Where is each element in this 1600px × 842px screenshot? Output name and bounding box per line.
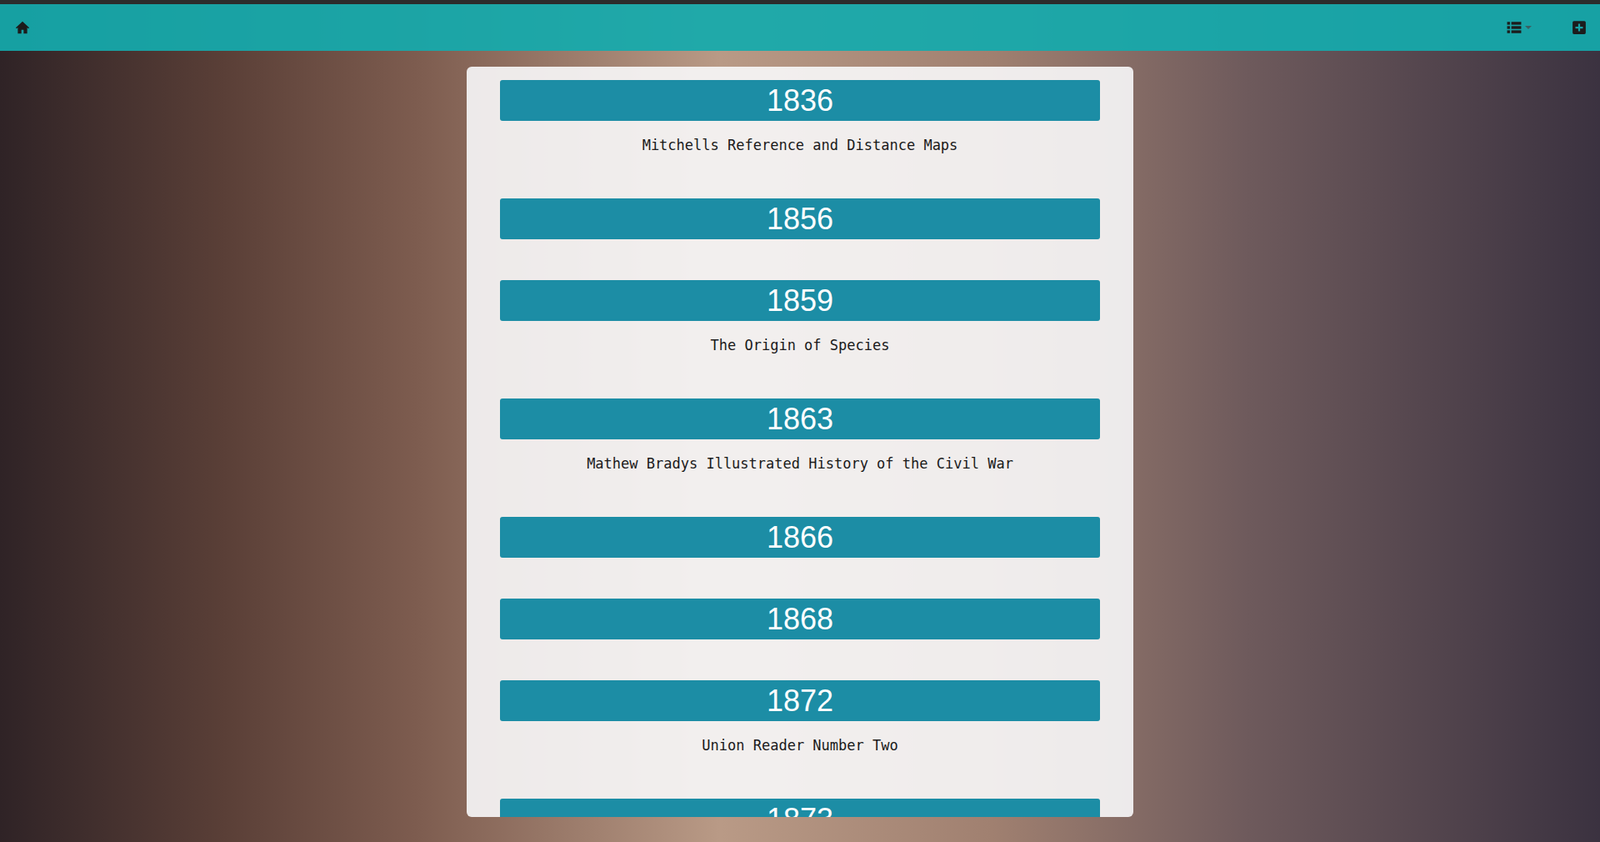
timeline-entry: 1873 (500, 798, 1100, 817)
year-heading[interactable]: 1873 (500, 798, 1100, 817)
timeline-panel: 1836Mitchells Reference and Distance Map… (466, 66, 1134, 817)
book-title[interactable]: Union Reader Number Two (500, 720, 1100, 758)
book-title[interactable]: Mathew Bradys Illustrated History of the… (500, 439, 1100, 476)
year-heading[interactable]: 1866 (500, 516, 1100, 558)
add-icon[interactable] (1571, 20, 1587, 35)
timeline-entry: 1872Union Reader Number Two (500, 680, 1100, 758)
timeline-entry: 1868 (500, 598, 1100, 640)
year-heading[interactable]: 1859 (500, 280, 1100, 321)
timeline-entry: 1836Mitchells Reference and Distance Map… (500, 80, 1100, 158)
home-icon[interactable] (15, 20, 30, 35)
year-heading[interactable]: 1872 (500, 680, 1100, 721)
book-title[interactable]: Mitchells Reference and Distance Maps (500, 120, 1100, 158)
list-menu-icon[interactable] (1506, 20, 1532, 35)
timeline-entry: 1856 (500, 198, 1100, 240)
year-heading[interactable]: 1856 (500, 198, 1100, 240)
year-heading[interactable]: 1863 (500, 398, 1100, 440)
navbar (0, 4, 1600, 51)
book-title[interactable]: The Origin of Species (500, 320, 1100, 358)
timeline-entry: 1863Mathew Bradys Illustrated History of… (500, 398, 1100, 476)
year-heading[interactable]: 1868 (500, 598, 1100, 640)
timeline-entry: 1859The Origin of Species (500, 280, 1100, 358)
timeline-entry: 1866 (500, 516, 1100, 558)
year-heading[interactable]: 1836 (500, 80, 1100, 121)
background-photo: 1836Mitchells Reference and Distance Map… (0, 50, 1600, 842)
